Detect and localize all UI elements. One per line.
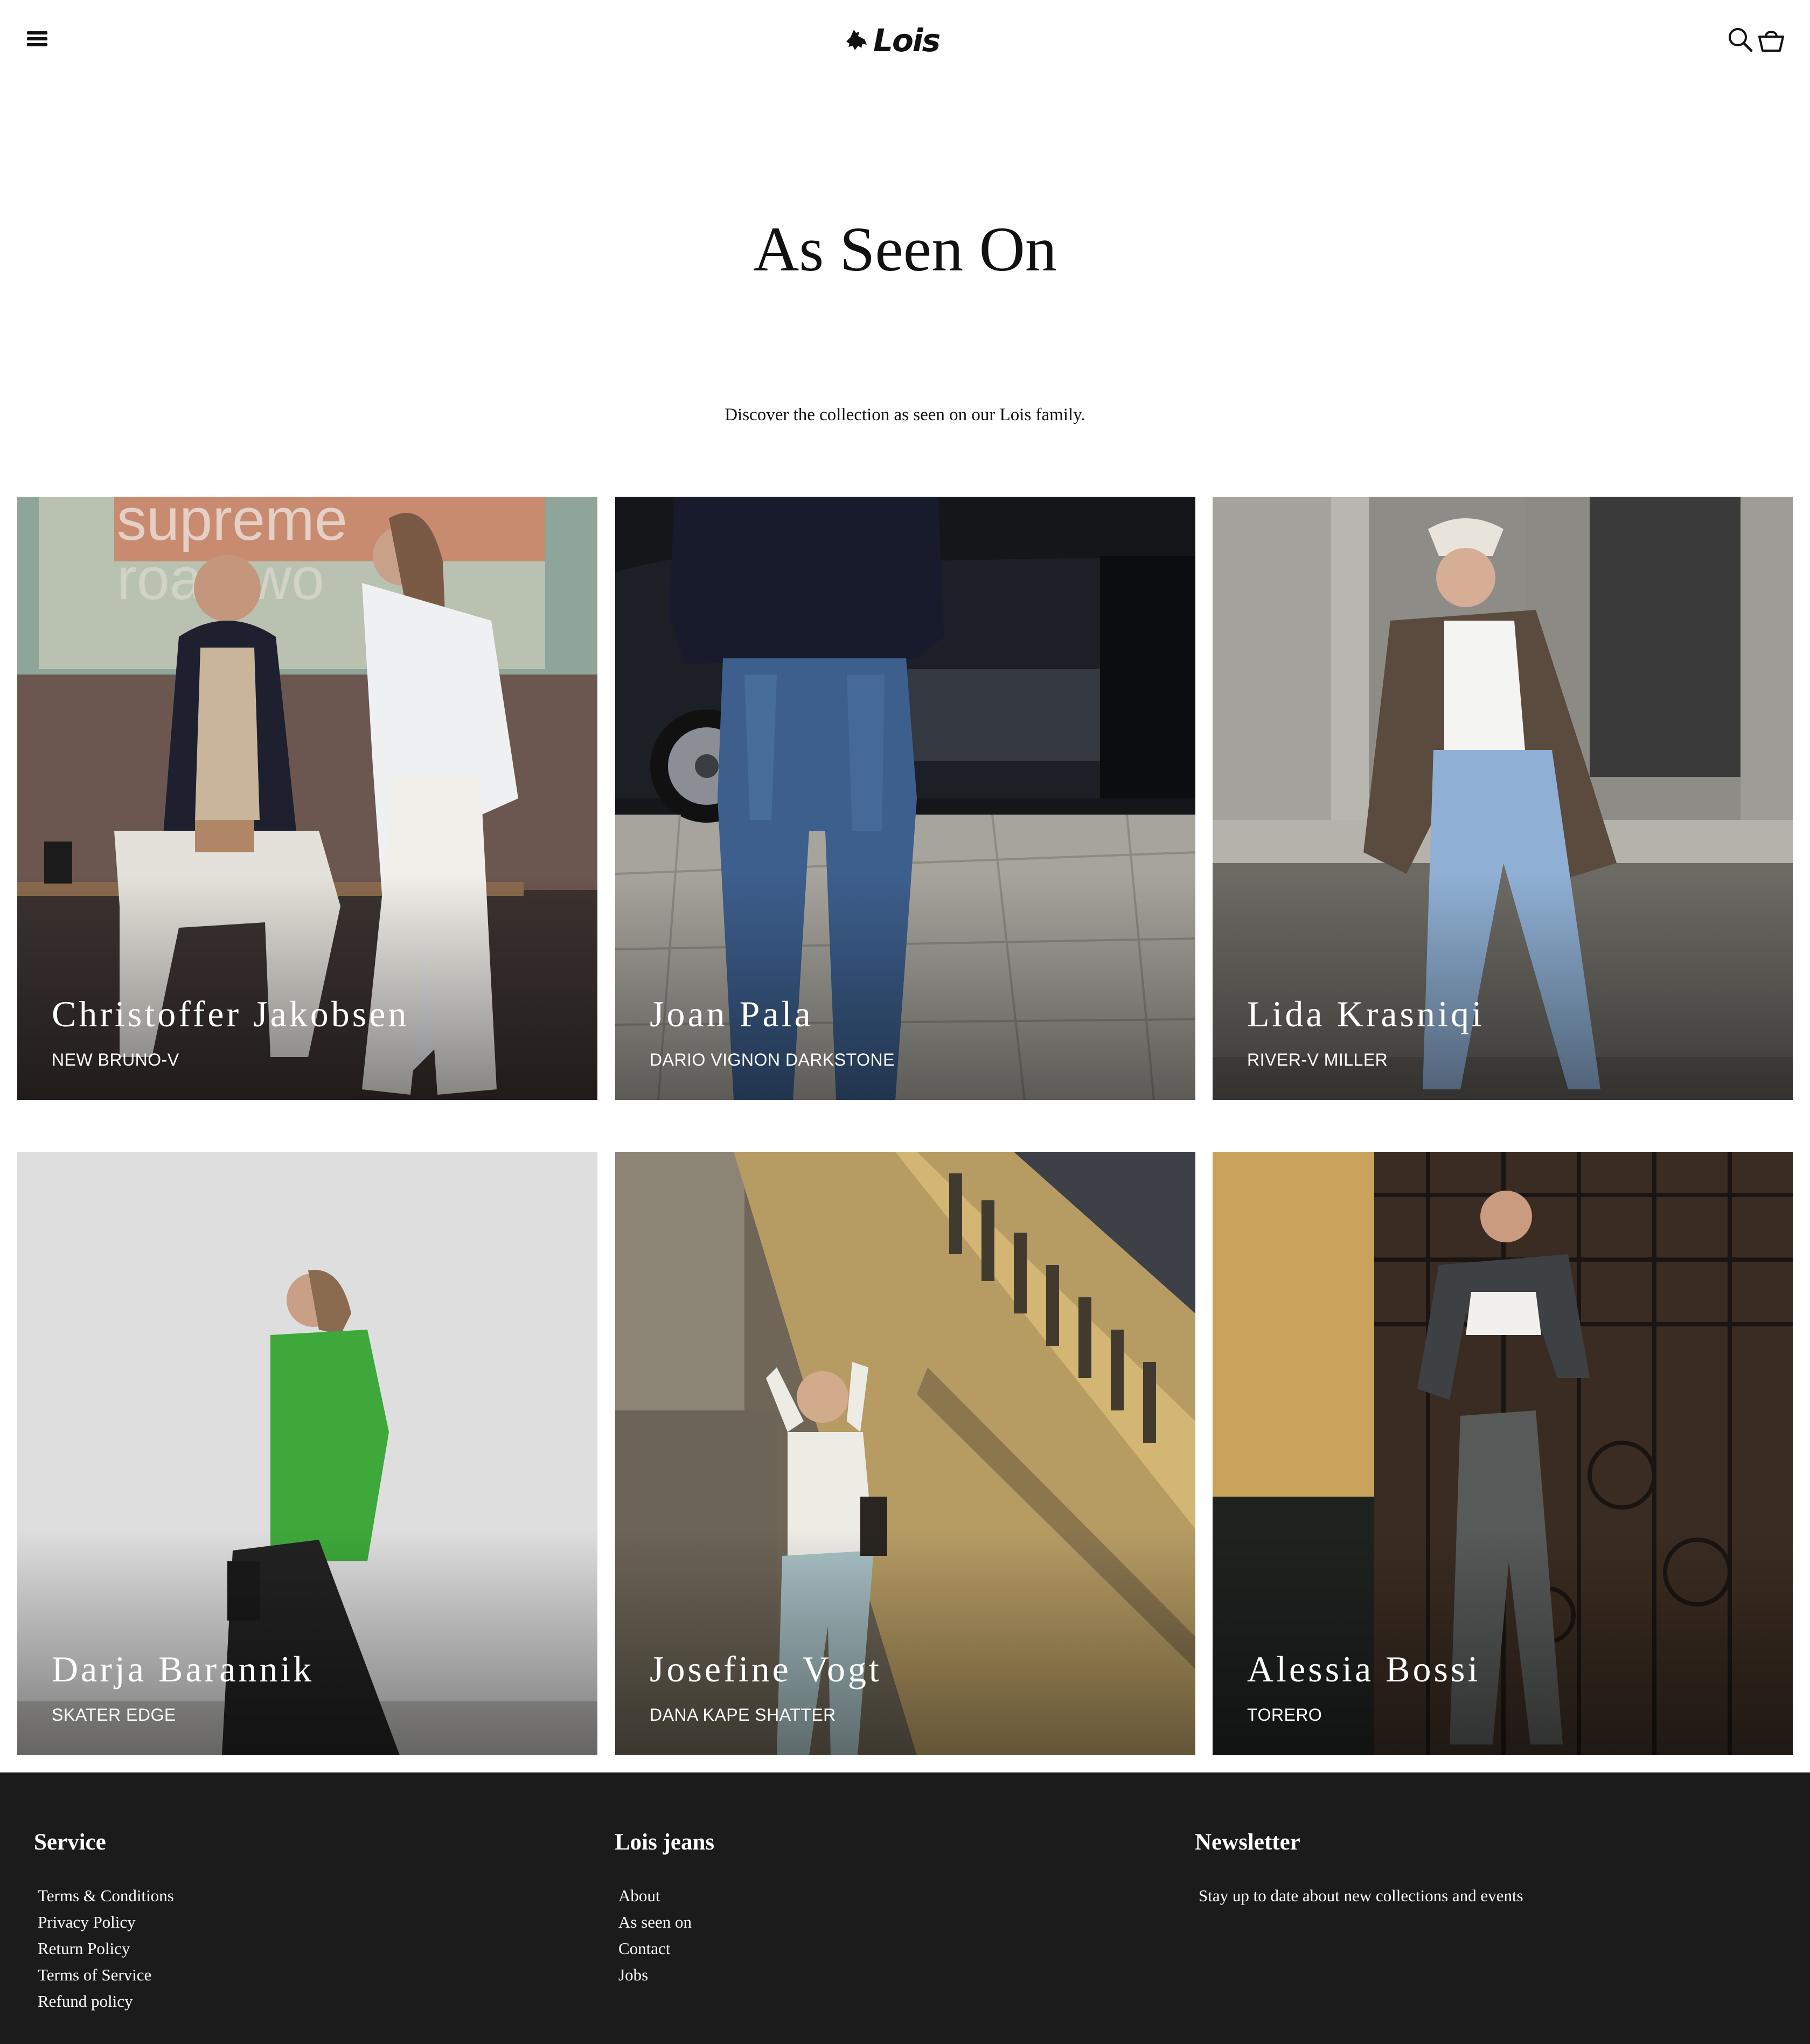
footer-heading: Service: [34, 1830, 106, 1855]
footer-link-about[interactable]: About: [618, 1882, 714, 1909]
ambassador-name: Darja Barannik: [52, 1649, 315, 1690]
search-icon[interactable]: [1727, 26, 1755, 54]
ambassador-card[interactable]: Joan Pala DARIO VIGNON DARKSTONE: [615, 497, 1195, 1100]
product-name: DARIO VIGNON DARKSTONE: [650, 1050, 895, 1069]
product-name: DANA KAPE SHATTER: [650, 1705, 836, 1725]
footer-heading: Lois jeans: [615, 1830, 715, 1855]
footer-service-column: Service Terms & Conditions Privacy Polic…: [34, 1829, 174, 2014]
logo-text: Lois: [873, 22, 941, 59]
footer-link-terms-of-service[interactable]: Terms of Service: [38, 1962, 174, 1988]
ambassador-card[interactable]: Darja Barannik SKATER EDGE: [17, 1152, 597, 1755]
footer-link-privacy-policy[interactable]: Privacy Policy: [38, 1909, 174, 1935]
product-name: NEW BRUNO-V: [52, 1050, 179, 1069]
basket-icon[interactable]: [1757, 25, 1785, 54]
footer-link-terms-conditions[interactable]: Terms & Conditions: [38, 1882, 174, 1909]
ambassador-card[interactable]: Lida Krasniqi RIVER-V MILLER: [1213, 497, 1793, 1100]
hamburger-menu-icon[interactable]: [27, 30, 48, 47]
ambassador-card[interactable]: Alessia Bossi TORERO: [1213, 1152, 1793, 1755]
page-intro: Discover the collection as seen on our L…: [725, 405, 1085, 425]
product-name: TORERO: [1247, 1705, 1322, 1725]
ambassador-name: Alessia Bossi: [1247, 1649, 1481, 1690]
bull-logo-icon: [846, 30, 867, 50]
footer-link-return-policy[interactable]: Return Policy: [38, 1935, 174, 1962]
footer-lois-jeans-column: Lois jeans About As seen on Contact Jobs: [615, 1829, 714, 1988]
site-header: Lois: [0, 0, 1810, 81]
ambassador-name: Joan Pala: [650, 993, 813, 1034]
footer-link-refund-policy[interactable]: Refund policy: [38, 1988, 174, 2014]
svg-text:supreme: supreme: [117, 497, 347, 553]
product-name: RIVER-V MILLER: [1247, 1050, 1388, 1069]
ambassador-card[interactable]: supreme roastwo Christoffer Jakobsen NEW…: [17, 497, 597, 1100]
product-name: SKATER EDGE: [52, 1705, 176, 1725]
footer-link-as-seen-on[interactable]: As seen on: [618, 1909, 714, 1935]
footer-newsletter-column: Newsletter Stay up to date about new col…: [1195, 1829, 1523, 1909]
footer-link-contact[interactable]: Contact: [618, 1935, 714, 1962]
lois-logo[interactable]: Lois: [843, 22, 941, 59]
ambassador-name: Josefine Vogt: [650, 1649, 882, 1690]
ambassador-name: Christoffer Jakobsen: [52, 993, 409, 1034]
site-footer: Service Terms & Conditions Privacy Polic…: [0, 1772, 1810, 2044]
ambassador-card[interactable]: Josefine Vogt DANA KAPE SHATTER: [615, 1152, 1195, 1755]
footer-link-jobs[interactable]: Jobs: [618, 1962, 714, 1988]
ambassador-name: Lida Krasniqi: [1247, 993, 1485, 1034]
newsletter-text: Stay up to date about new collections an…: [1199, 1886, 1523, 1905]
footer-heading: Newsletter: [1195, 1830, 1300, 1855]
page-title: As Seen On: [753, 214, 1057, 284]
